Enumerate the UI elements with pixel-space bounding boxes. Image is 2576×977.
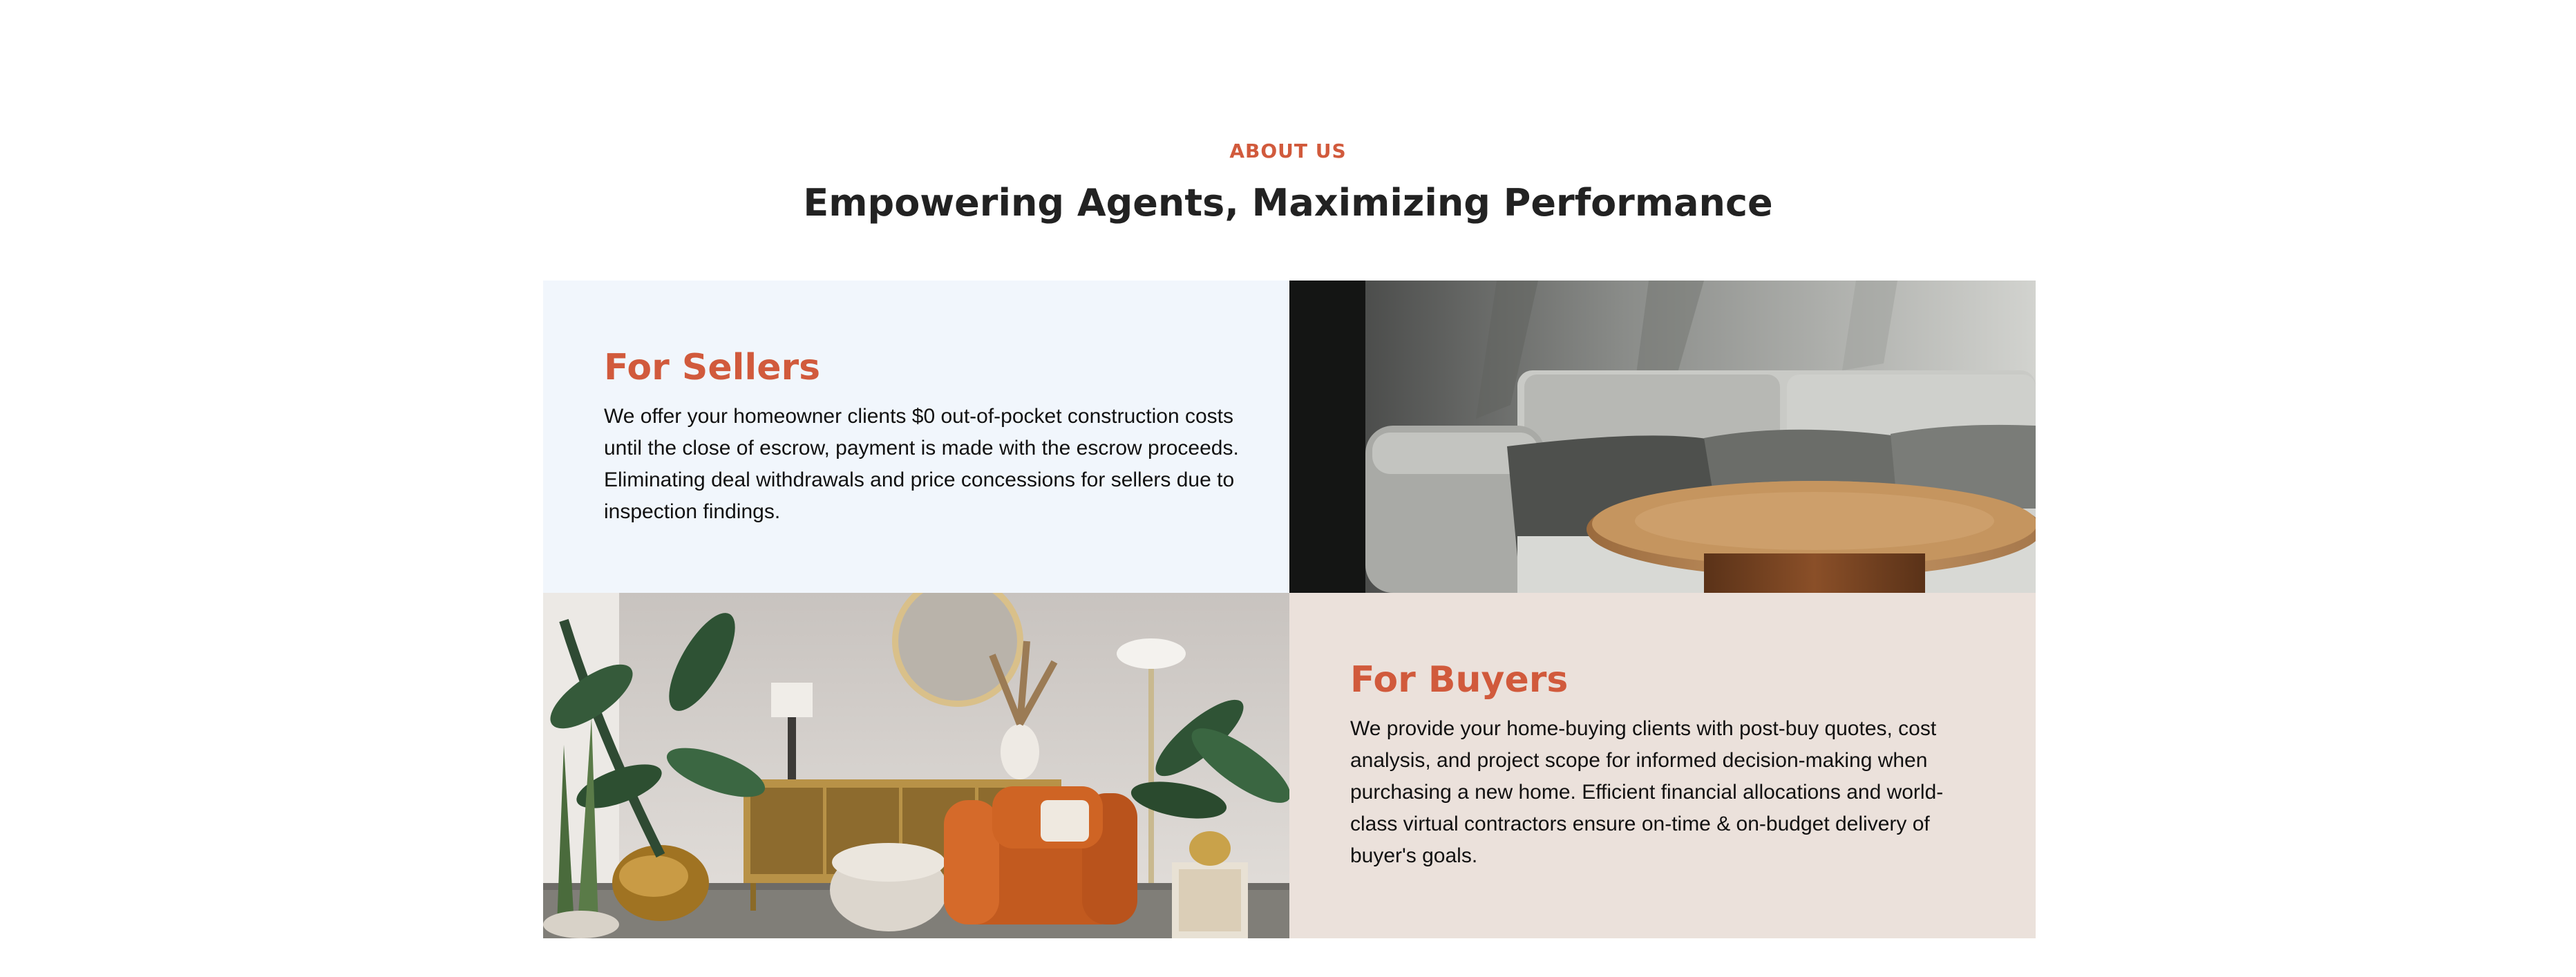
living-room-image xyxy=(543,593,1289,938)
sellers-card: For Sellers We offer your homeowner clie… xyxy=(543,281,1289,593)
buyers-description: We provide your home-buying clients with… xyxy=(1350,717,1944,867)
buyers-title: For Buyers xyxy=(1350,659,1569,701)
sofa-table-image xyxy=(1289,281,2036,593)
about-grid: For Sellers We offer your homeowner clie… xyxy=(543,281,2036,938)
section-heading: Empowering Agents, Maximizing Performanc… xyxy=(803,181,1773,225)
sellers-title: For Sellers xyxy=(604,347,821,388)
sellers-description: We offer your homeowner clients $0 out-o… xyxy=(604,405,1239,523)
buyers-card: For Buyers We provide your home-buying c… xyxy=(1289,593,2036,938)
about-eyebrow: ABOUT US xyxy=(1229,140,1347,162)
